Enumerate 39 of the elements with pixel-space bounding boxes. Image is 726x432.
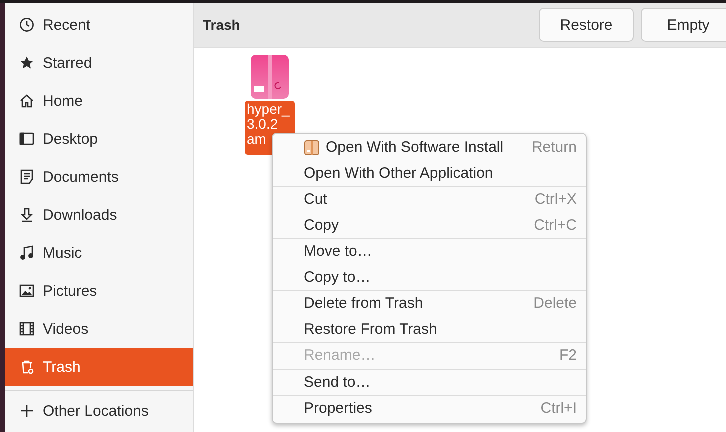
location-title: Trash <box>203 17 240 33</box>
package-icon <box>304 140 320 156</box>
file-name: hyper_ <box>247 102 290 117</box>
empty-button[interactable]: Empty <box>641 8 726 42</box>
sidebar-item[interactable]: Pictures <box>5 272 193 310</box>
desktop-icon <box>19 131 35 147</box>
star-icon <box>19 55 35 71</box>
sidebar-item[interactable]: Other Locations <box>5 391 193 431</box>
sidebar-item[interactable]: Documents <box>5 158 193 196</box>
menu-item[interactable]: Delete from Trash Delete <box>273 291 586 316</box>
download-icon <box>19 207 35 223</box>
sidebar-item[interactable]: Music <box>5 234 193 272</box>
plus-icon <box>19 403 35 419</box>
menu-item[interactable]: Restore From Trash <box>273 316 586 342</box>
restore-button[interactable]: Restore <box>539 8 634 42</box>
sidebar-item[interactable]: Starred <box>5 44 193 82</box>
package-icon <box>251 55 289 99</box>
file-name: am <box>247 132 266 147</box>
picture-icon <box>19 283 35 299</box>
music-note-icon <box>19 245 35 261</box>
menu-item[interactable]: Properties Ctrl+I <box>273 396 586 422</box>
sidebar-item[interactable]: Home <box>5 82 193 120</box>
clock-icon <box>19 17 35 33</box>
sidebar-item[interactable]: Videos <box>5 310 193 348</box>
menu-item[interactable]: Copy Ctrl+C <box>273 212 586 238</box>
menu-item[interactable]: Move to… <box>273 239 586 264</box>
document-icon <box>19 169 35 185</box>
trash-icon <box>19 359 35 375</box>
file-name: 3.0.2 <box>247 117 278 132</box>
menu-item[interactable]: Open With Other Application <box>273 160 586 186</box>
sidebar-item[interactable]: Recent <box>5 6 193 44</box>
sidebar-item[interactable]: Downloads <box>5 196 193 234</box>
menu-item[interactable]: Send to… <box>273 370 586 395</box>
home-icon <box>19 93 35 109</box>
menu-item[interactable]: Cut Ctrl+X <box>273 187 586 212</box>
film-icon <box>19 321 35 337</box>
menu-item[interactable]: Copy to… <box>273 264 586 290</box>
sidebar-item[interactable]: Desktop <box>5 120 193 158</box>
sidebar-item[interactable]: Trash <box>5 348 193 386</box>
